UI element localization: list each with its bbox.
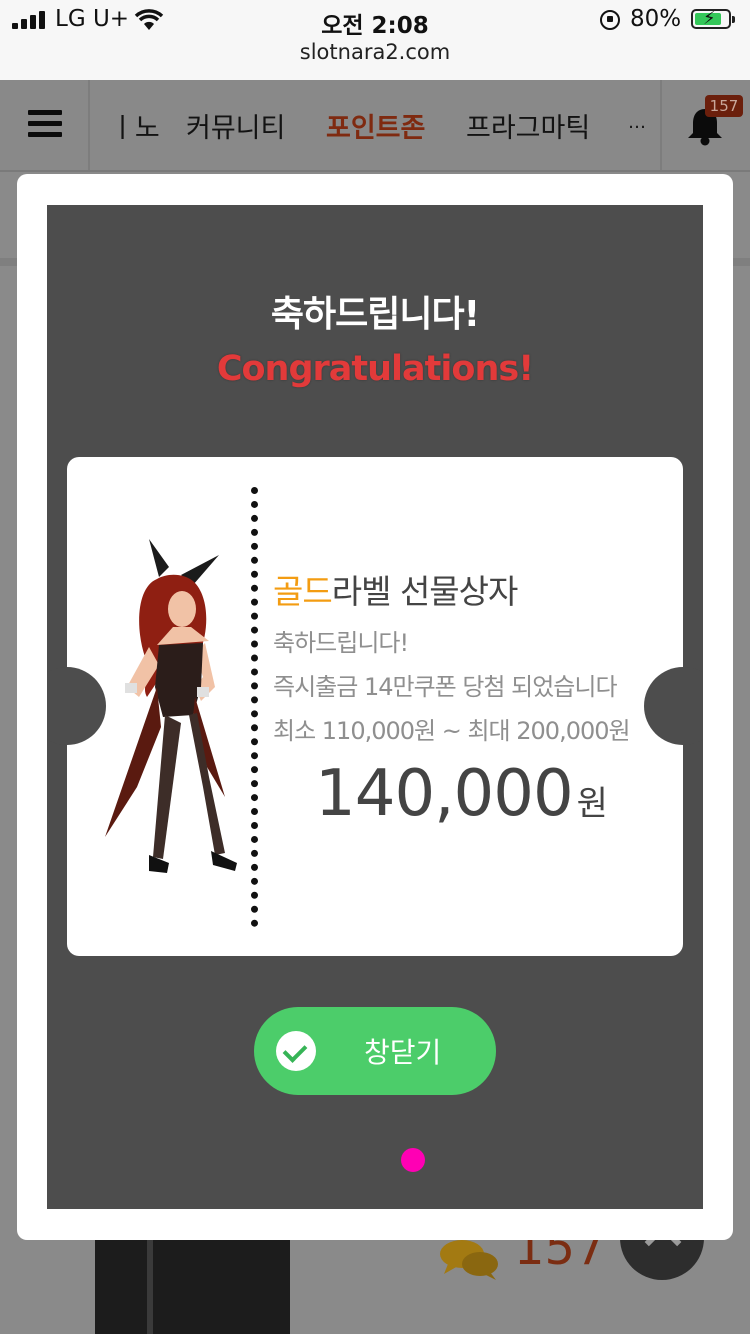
- nav-tabs: ㅣ노 커뮤니티 포인트존 프라그마틱 …: [92, 80, 660, 170]
- background-thumbnail: [95, 1238, 290, 1334]
- prize-amount: 140,000 원: [315, 757, 608, 831]
- close-window-button[interactable]: 창닫기: [254, 1007, 496, 1095]
- chat-bubbles-icon: [440, 1240, 498, 1280]
- check-icon: [276, 1031, 316, 1071]
- bunny-character-illustration: [105, 539, 237, 873]
- tab-more[interactable]: …: [628, 112, 646, 133]
- prize-coupon: 골드라벨 선물상자 축하드립니다! 즉시출금 14만쿠폰 당첨 되었습니다 최소…: [47, 457, 703, 956]
- prize-popup: 축하드립니다! Congratulations! 골드라벨 선물상자 축하드립니…: [47, 205, 703, 1209]
- notification-badge: 157: [705, 95, 743, 117]
- prize-message-1: 축하드립니다!: [273, 629, 409, 657]
- battery-icon: ⚡: [691, 8, 735, 29]
- top-nav: ㅣ노 커뮤니티 포인트존 프라그마틱 …: [0, 80, 750, 172]
- popup-title: 축하드립니다!: [270, 294, 480, 335]
- charging-bolt-icon: ⚡: [703, 8, 716, 29]
- battery-percent: 80%: [630, 6, 682, 32]
- popup-subtitle: Congratulations!: [216, 349, 534, 389]
- prize-title-accent: 골드: [273, 572, 333, 611]
- tab-point-zone[interactable]: 포인트존: [326, 106, 425, 145]
- hamburger-menu-icon[interactable]: [28, 110, 62, 138]
- status-bar: LG U+ 오전 2:08 slotnara2.com 80% ⚡: [0, 0, 750, 80]
- prize-amount-unit: 원: [576, 784, 608, 824]
- prize-title-rest: 라벨 선물상자: [331, 572, 519, 611]
- prize-message-2: 즉시출금 14만쿠폰 당첨 되었습니다: [273, 673, 618, 701]
- close-button-label: 창닫기: [364, 1036, 442, 1069]
- modal-dialog: 축하드립니다! Congratulations! 골드라벨 선물상자 축하드립니…: [17, 174, 733, 1240]
- coupon-perforation: [251, 487, 258, 927]
- prize-title: 골드라벨 선물상자: [273, 565, 519, 613]
- tab-community[interactable]: 커뮤니티: [186, 106, 285, 145]
- address-url[interactable]: slotnara2.com: [0, 40, 750, 64]
- prize-range: 최소 110,000원 ~ 최대 200,000원: [273, 717, 631, 745]
- page-indicator-dot[interactable]: [401, 1148, 425, 1172]
- coupon-notch-right: [644, 667, 703, 745]
- prize-amount-value: 140,000: [315, 757, 574, 831]
- tab-pragmatic[interactable]: 프라그마틱: [466, 106, 590, 145]
- orientation-lock-icon: [600, 10, 620, 30]
- tab-casino[interactable]: ㅣ노: [110, 106, 160, 145]
